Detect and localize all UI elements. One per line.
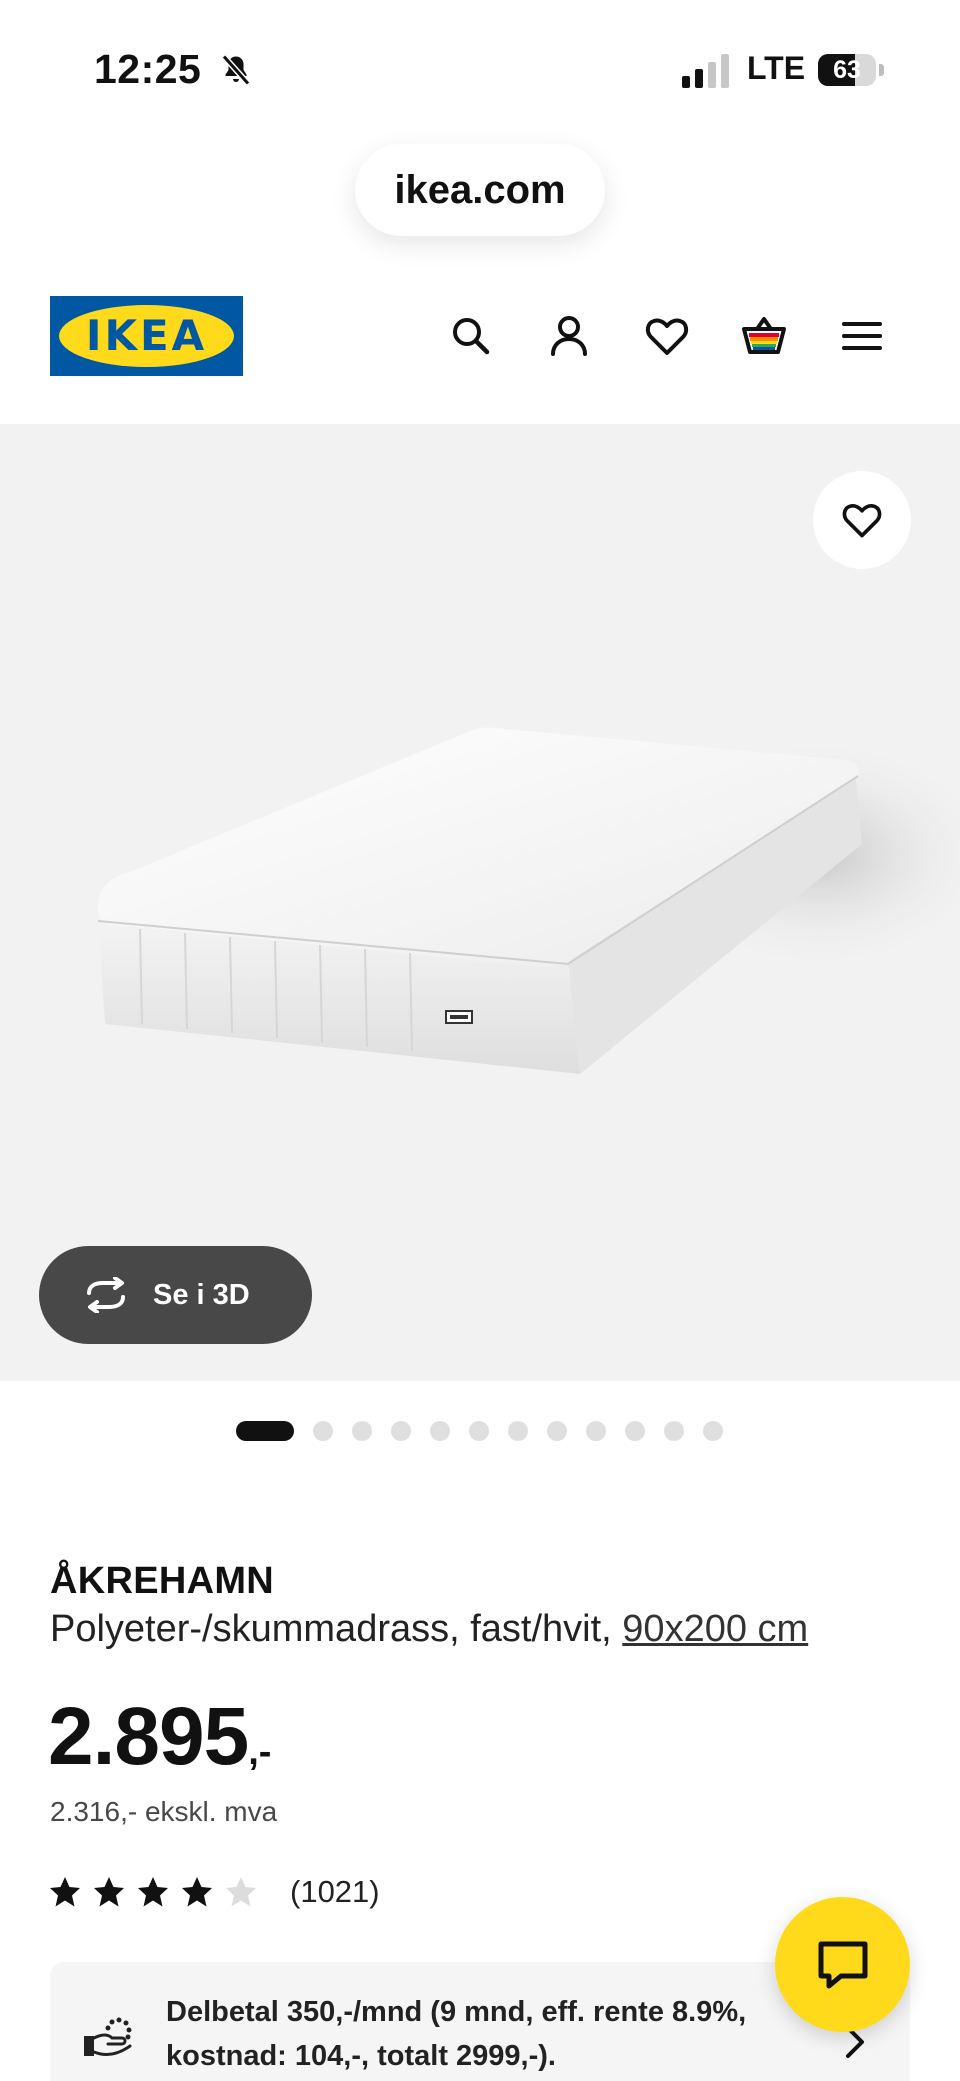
account-icon[interactable] — [545, 312, 593, 360]
bell-slash-icon — [221, 54, 251, 86]
rotate-3d-icon — [87, 1277, 125, 1313]
heart-icon — [842, 504, 882, 538]
carousel-dot-active[interactable] — [236, 1421, 294, 1441]
product-rating[interactable]: (1021) — [48, 1870, 380, 1914]
star-filled-icon — [138, 1877, 168, 1907]
battery-icon: 63 — [818, 54, 884, 86]
price-amount: 2.895 — [48, 1691, 249, 1782]
menu-icon[interactable] — [838, 312, 886, 360]
product-image[interactable]: Se i 3D — [0, 424, 960, 1381]
star-filled-icon — [182, 1877, 212, 1907]
carousel-dot[interactable] — [508, 1421, 528, 1441]
carousel-dot[interactable] — [469, 1421, 489, 1441]
carousel-dot[interactable] — [391, 1421, 411, 1441]
battery-level: 63 — [833, 56, 861, 84]
star-filled-icon — [94, 1877, 124, 1907]
carousel-dot[interactable] — [625, 1421, 645, 1441]
product-name: ÅKREHAMN — [50, 1560, 275, 1602]
carousel-dot[interactable] — [664, 1421, 684, 1441]
ikea-logo-text: IKEA — [85, 311, 208, 360]
network-label: LTE — [747, 50, 806, 86]
rating-count: (1021) — [290, 1874, 380, 1909]
cart-icon[interactable] — [740, 312, 788, 360]
carousel-dot[interactable] — [703, 1421, 723, 1441]
product-description: Polyeter-/skummadrass, fast/hvit, 90x200… — [50, 1608, 808, 1651]
price-excl-vat: 2.316,- ekskl. mva — [50, 1796, 278, 1827]
chat-icon — [818, 1941, 867, 1988]
carousel-dot[interactable] — [430, 1421, 450, 1441]
star-filled-icon — [50, 1877, 80, 1907]
signal-icon — [682, 54, 729, 88]
payment-hand-icon — [84, 2017, 132, 2056]
carousel-dot[interactable] — [313, 1421, 333, 1441]
size-link[interactable]: 90x200 cm — [622, 1608, 808, 1650]
url-bar[interactable]: ikea.com — [355, 144, 605, 236]
view-3d-label: Se i 3D — [153, 1278, 250, 1311]
favorite-button[interactable] — [813, 471, 911, 569]
product-price: 2.895,- — [48, 1690, 271, 1784]
ikea-logo[interactable]: IKEA — [50, 296, 243, 376]
search-icon[interactable] — [447, 312, 495, 360]
carousel-indicator[interactable] — [236, 1421, 723, 1441]
heart-icon[interactable] — [643, 312, 691, 360]
status-bar: 12:25 LTE 63 — [0, 0, 960, 130]
view-3d-button[interactable]: Se i 3D — [39, 1246, 312, 1344]
carousel-dot[interactable] — [352, 1421, 372, 1441]
price-suffix: ,- — [248, 1731, 272, 1773]
star-empty-icon — [226, 1877, 256, 1907]
chat-button[interactable] — [775, 1897, 910, 2032]
carousel-dot[interactable] — [586, 1421, 606, 1441]
carousel-dot[interactable] — [547, 1421, 567, 1441]
status-time: 12:25 — [94, 46, 202, 92]
mattress-image — [97, 727, 960, 1074]
installment-text: Delbetal 350,-/mnd (9 mnd, eff. rente 8.… — [166, 1996, 747, 2072]
product-description-text: Polyeter-/skummadrass, fast/hvit, — [50, 1608, 623, 1650]
